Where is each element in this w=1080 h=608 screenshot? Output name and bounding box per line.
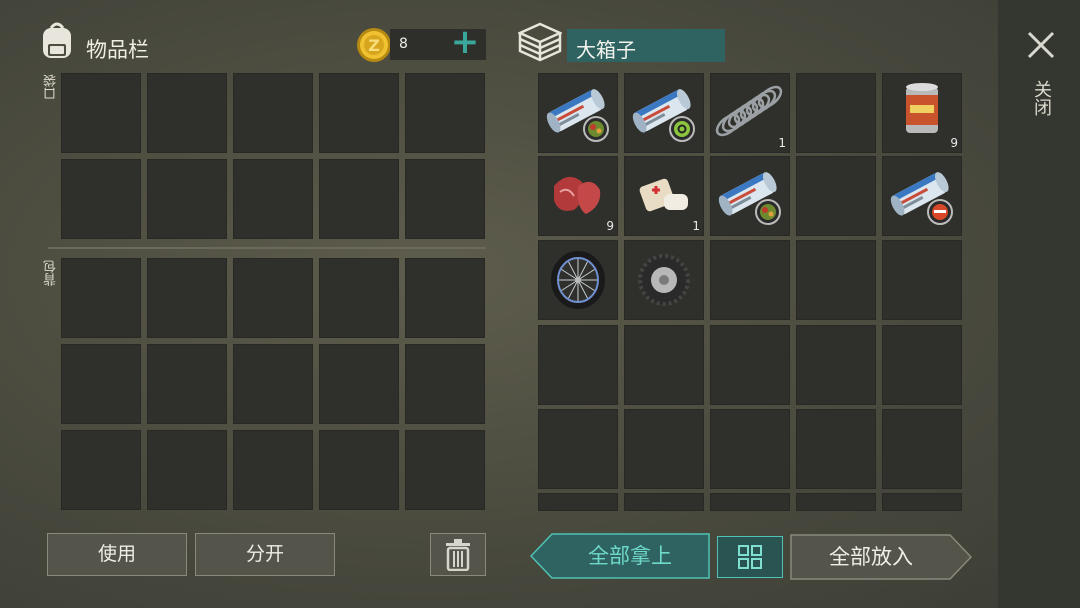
recipe-scroll-lastday-icon bbox=[882, 156, 962, 236]
backpack-slot[interactable] bbox=[147, 344, 227, 424]
take-all-button[interactable]: 全部拿上 bbox=[530, 533, 710, 579]
backpack-slot[interactable] bbox=[319, 258, 399, 338]
pocket-slot[interactable] bbox=[61, 73, 141, 153]
take-all-label: 全部拿上 bbox=[588, 544, 672, 568]
container-slot[interactable] bbox=[710, 240, 790, 320]
container-slot[interactable]: 1 bbox=[624, 156, 704, 236]
pocket-slot[interactable] bbox=[319, 159, 399, 239]
container-slot[interactable] bbox=[624, 409, 704, 489]
container-slot[interactable] bbox=[882, 240, 962, 320]
backpack-slot[interactable] bbox=[233, 258, 313, 338]
item-count: 9 bbox=[606, 219, 614, 233]
inventory-title: 物品栏 bbox=[86, 38, 149, 62]
close-button[interactable]: 关闭 bbox=[1030, 80, 1052, 116]
container-slot[interactable] bbox=[710, 156, 790, 236]
backpack-slot[interactable] bbox=[405, 344, 485, 424]
backpack-slot[interactable] bbox=[405, 258, 485, 338]
backpack-slot[interactable] bbox=[405, 430, 485, 510]
car-tire-icon bbox=[624, 240, 704, 320]
container-slot[interactable] bbox=[538, 493, 618, 511]
recipe-scroll-biohazard-icon bbox=[624, 73, 704, 153]
container-slot[interactable] bbox=[796, 493, 876, 511]
container-slot[interactable] bbox=[796, 325, 876, 405]
backpack-slot[interactable] bbox=[147, 258, 227, 338]
pocket-slot[interactable] bbox=[405, 73, 485, 153]
container-slot[interactable]: 9 bbox=[538, 156, 618, 236]
crate-icon bbox=[516, 22, 564, 62]
container-slot[interactable] bbox=[796, 156, 876, 236]
container-slot[interactable] bbox=[624, 240, 704, 320]
coin-count: 8 bbox=[399, 36, 408, 52]
recipe-scroll-food-icon bbox=[710, 156, 790, 236]
pocket-slot[interactable] bbox=[147, 159, 227, 239]
pocket-slot[interactable] bbox=[233, 159, 313, 239]
coin-icon: Z bbox=[356, 27, 392, 63]
pocket-slot[interactable] bbox=[61, 159, 141, 239]
split-button[interactable]: 分开 bbox=[195, 533, 335, 576]
close-icon[interactable] bbox=[1026, 30, 1056, 60]
put-all-button[interactable]: 全部放入 bbox=[790, 534, 972, 580]
put-all-label: 全部放入 bbox=[829, 545, 913, 569]
item-count: 1 bbox=[778, 136, 786, 150]
pocket-slot[interactable] bbox=[233, 73, 313, 153]
backpack-slot[interactable] bbox=[233, 430, 313, 510]
backpack-slot[interactable] bbox=[233, 344, 313, 424]
backpack-slot[interactable] bbox=[61, 258, 141, 338]
container-slot[interactable] bbox=[538, 73, 618, 153]
pocket-slot[interactable] bbox=[319, 73, 399, 153]
container-slot[interactable] bbox=[624, 73, 704, 153]
container-title: 大箱子 bbox=[576, 38, 636, 62]
trash-button[interactable] bbox=[430, 533, 486, 576]
use-button[interactable]: 使用 bbox=[47, 533, 187, 576]
container-slot[interactable]: 1 bbox=[710, 73, 790, 153]
backpack-slot[interactable] bbox=[319, 430, 399, 510]
container-slot[interactable] bbox=[538, 325, 618, 405]
backpack-slot[interactable] bbox=[319, 344, 399, 424]
backpack-label: 背包 bbox=[44, 260, 59, 286]
container-slot[interactable] bbox=[624, 493, 704, 511]
bicycle-wheel-icon bbox=[538, 240, 618, 320]
section-divider bbox=[48, 247, 486, 249]
container-slot[interactable] bbox=[796, 73, 876, 153]
trash-icon bbox=[446, 539, 470, 571]
item-count: 9 bbox=[950, 136, 958, 150]
container-slot[interactable] bbox=[710, 325, 790, 405]
container-slot[interactable] bbox=[710, 409, 790, 489]
container-slot[interactable] bbox=[796, 240, 876, 320]
add-coins-button[interactable]: + bbox=[450, 24, 480, 60]
backpack-icon bbox=[38, 20, 76, 62]
container-slot[interactable] bbox=[624, 325, 704, 405]
backpack-slot[interactable] bbox=[147, 430, 227, 510]
container-slot[interactable] bbox=[538, 240, 618, 320]
pocket-slot[interactable] bbox=[405, 159, 485, 239]
backpack-slot[interactable] bbox=[61, 430, 141, 510]
sort-grid-icon bbox=[738, 545, 762, 569]
item-count: 1 bbox=[692, 219, 700, 233]
svg-text:Z: Z bbox=[368, 36, 380, 55]
container-slot[interactable] bbox=[796, 409, 876, 489]
pocket-label: 口袋 bbox=[44, 74, 59, 100]
container-slot[interactable] bbox=[882, 409, 962, 489]
backpack-slot[interactable] bbox=[61, 344, 141, 424]
container-slot[interactable] bbox=[882, 493, 962, 511]
recipe-scroll-food-icon bbox=[538, 73, 618, 153]
container-slot[interactable] bbox=[538, 409, 618, 489]
container-slot[interactable]: 9 bbox=[882, 73, 962, 153]
pocket-slot[interactable] bbox=[147, 73, 227, 153]
container-slot[interactable] bbox=[882, 325, 962, 405]
container-slot[interactable] bbox=[710, 493, 790, 511]
sort-button[interactable] bbox=[717, 536, 783, 578]
container-slot[interactable] bbox=[882, 156, 962, 236]
